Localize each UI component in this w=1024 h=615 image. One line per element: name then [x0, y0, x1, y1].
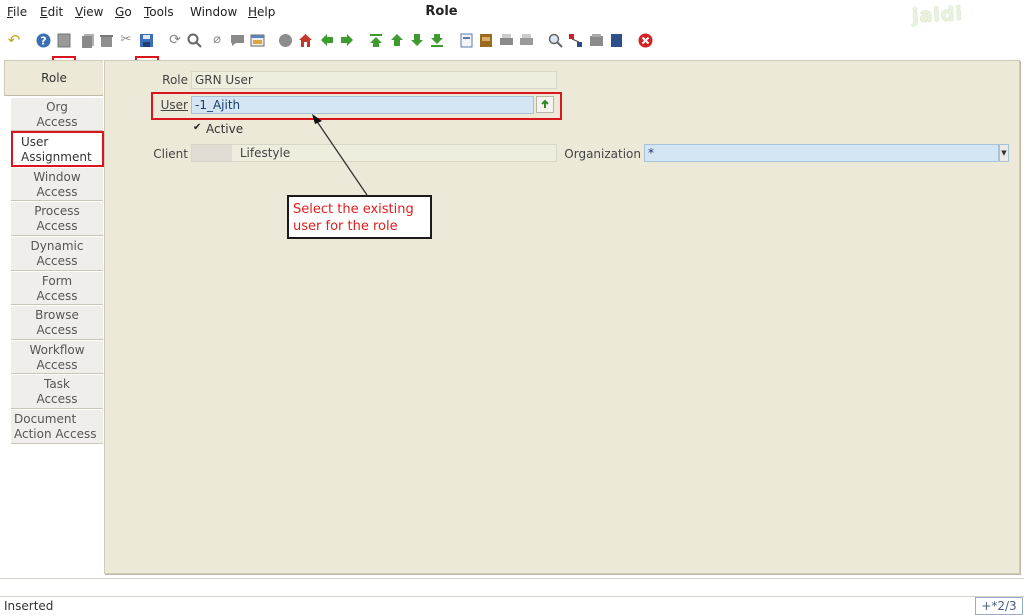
status-line — [0, 578, 1024, 597]
annotation-text: user for the role — [293, 219, 398, 234]
annotation-callout: Select the existing user for the role — [287, 195, 432, 239]
annotation-text: Select the existing — [293, 202, 414, 217]
record-count: +*2/3 — [975, 597, 1023, 615]
status-bar: Inserted +*2/3 — [0, 597, 1024, 615]
status-text: Inserted — [4, 599, 54, 613]
annotation-arrow — [312, 114, 368, 196]
